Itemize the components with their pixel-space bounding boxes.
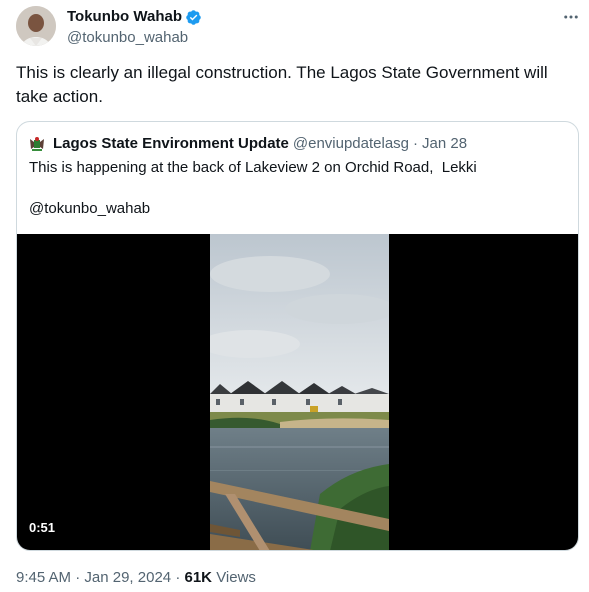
footer-separator: ·: [75, 569, 81, 586]
views-count[interactable]: 61K: [184, 569, 212, 586]
views-label: Views: [216, 569, 256, 586]
author-avatar[interactable]: [16, 6, 56, 46]
quoted-author-handle[interactable]: @enviupdatelasg: [293, 134, 409, 154]
verified-badge-icon: [186, 9, 201, 25]
more-options-button[interactable]: [560, 6, 582, 28]
avatar-image: [16, 6, 56, 46]
quoted-tweet[interactable]: Lagos State Environment Update @enviupda…: [16, 121, 579, 551]
footer-separator: ·: [175, 569, 181, 586]
tweet-time[interactable]: 9:45 AM: [16, 569, 71, 586]
video-player[interactable]: 0:51: [17, 234, 578, 550]
tweet-text: This is clearly an illegal construction.…: [16, 63, 548, 106]
more-options-icon: [564, 15, 578, 19]
quoted-separator: ·: [413, 135, 419, 152]
quoted-tweet-text: This is happening at the back of Lakevie…: [29, 159, 477, 176]
tweet-footer: 9:45 AM · Jan 29, 2024 · 61K Views: [16, 568, 256, 588]
author-name-row[interactable]: Tokunbo Wahab: [67, 8, 202, 26]
video-duration: 0:51: [29, 520, 56, 535]
author-name[interactable]: Tokunbo Wahab: [67, 8, 182, 26]
quoted-tweet-header: Lagos State Environment Update @enviupda…: [29, 134, 467, 154]
coat-of-arms-icon: [30, 137, 44, 151]
quoted-date[interactable]: Jan 28: [422, 134, 467, 154]
video-thumbnail-image: [210, 234, 389, 550]
quoted-author-name[interactable]: Lagos State Environment Update: [53, 134, 289, 154]
tweet-date[interactable]: Jan 29, 2024: [84, 569, 171, 586]
video-thumbnail: [210, 234, 389, 550]
quoted-mention[interactable]: @tokunbo_wahab: [29, 199, 150, 219]
author-handle[interactable]: @tokunbo_wahab: [67, 29, 188, 47]
